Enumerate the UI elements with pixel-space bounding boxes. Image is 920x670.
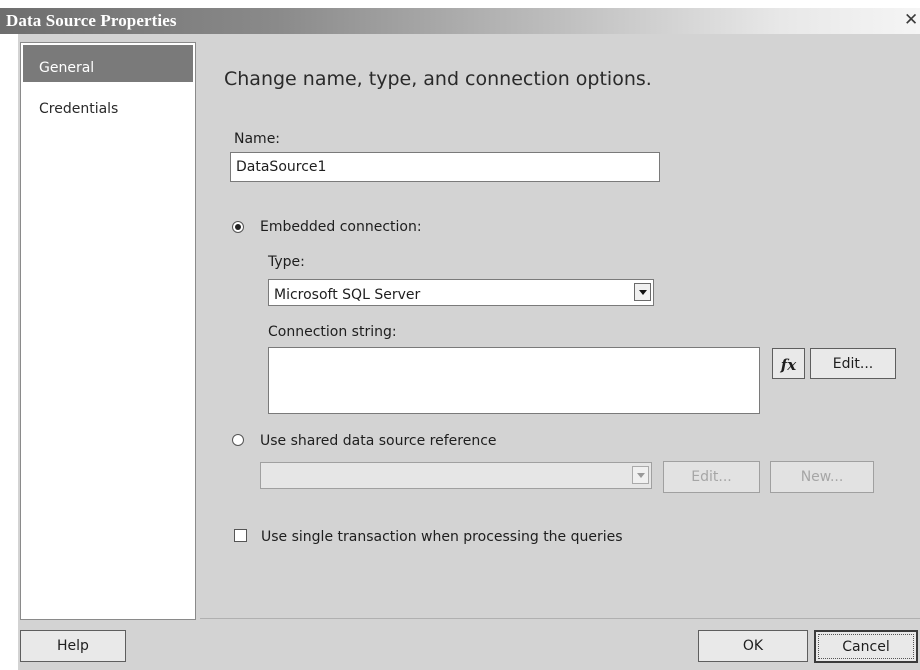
shared-new-label: New...	[800, 469, 844, 485]
embedded-connection-label: Embedded connection:	[260, 219, 422, 235]
single-transaction-label: Use single transaction when processing t…	[261, 529, 623, 545]
name-label: Name:	[234, 131, 281, 147]
cancel-button[interactable]: Cancel	[814, 630, 918, 663]
help-button[interactable]: Help	[20, 630, 126, 662]
help-button-label: Help	[57, 638, 89, 654]
type-label: Type:	[268, 254, 305, 270]
connection-string-input[interactable]	[268, 347, 760, 414]
connection-edit-label: Edit...	[832, 356, 874, 372]
nav-item-general[interactable]: General	[23, 45, 193, 82]
nav-item-general-label: General	[39, 60, 95, 76]
connection-edit-button[interactable]: Edit...	[810, 348, 896, 379]
page-heading: Change name, type, and connection option…	[224, 68, 652, 90]
type-select[interactable]: Microsoft SQL Server	[268, 279, 654, 306]
ok-button[interactable]: OK	[698, 630, 808, 662]
connection-string-label: Connection string:	[268, 324, 397, 340]
shared-new-button[interactable]: New...	[770, 461, 874, 493]
expression-button[interactable]: fx	[772, 348, 805, 379]
shared-data-source-radio[interactable]	[232, 434, 244, 446]
close-icon[interactable]: ✕	[904, 12, 918, 29]
name-input[interactable]: DataSource1	[230, 152, 660, 182]
nav-item-credentials-label: Credentials	[39, 101, 119, 117]
title-bar: Data Source Properties ✕	[0, 8, 920, 34]
name-input-value: DataSource1	[236, 159, 327, 175]
shared-data-source-label: Use shared data source reference	[260, 433, 497, 449]
cancel-button-label: Cancel	[842, 639, 890, 655]
chevron-down-icon[interactable]	[632, 466, 649, 484]
function-icon: fx	[780, 356, 797, 374]
shared-source-select[interactable]	[260, 462, 652, 489]
chevron-down-icon[interactable]	[634, 283, 651, 301]
ok-button-label: OK	[742, 638, 764, 654]
page-nav: General Credentials	[20, 42, 196, 620]
embedded-connection-radio[interactable]	[232, 221, 244, 233]
nav-item-credentials[interactable]: Credentials	[23, 93, 193, 130]
single-transaction-checkbox[interactable]	[234, 529, 247, 542]
dialog-body: General Credentials Change name, type, a…	[18, 34, 920, 670]
shared-edit-label: Edit...	[691, 469, 732, 485]
window-title: Data Source Properties	[6, 11, 177, 30]
shared-edit-button[interactable]: Edit...	[663, 461, 760, 493]
footer-divider	[200, 618, 920, 619]
type-select-value: Microsoft SQL Server	[274, 287, 421, 303]
